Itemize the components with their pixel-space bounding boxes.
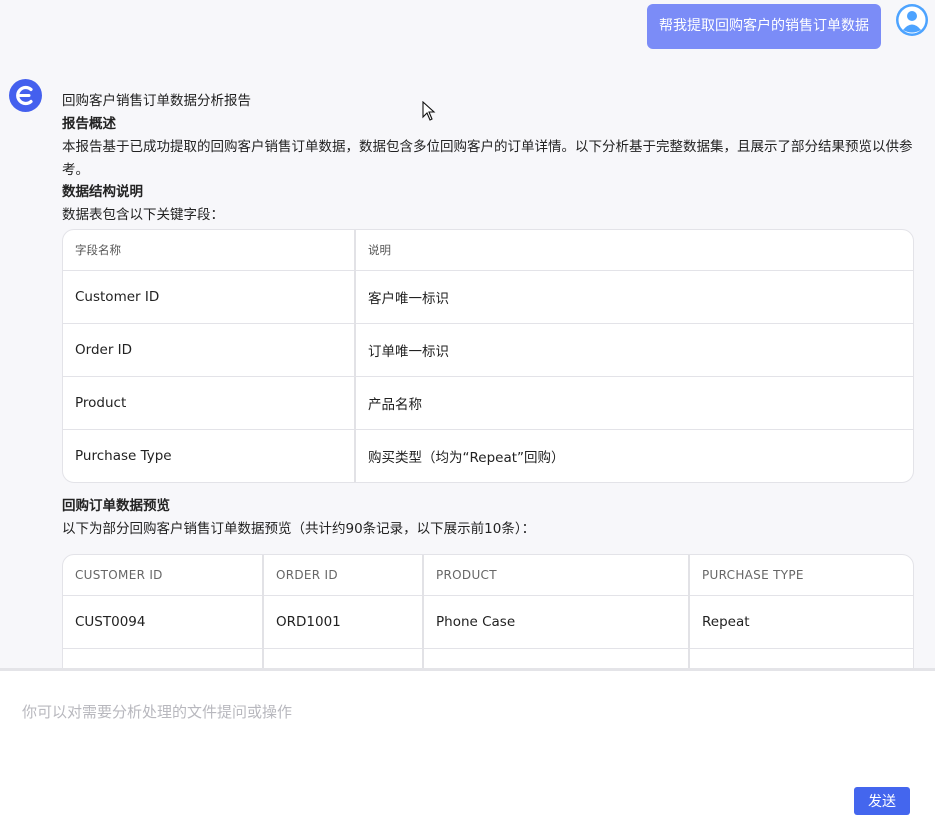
table-cell: Order ID bbox=[63, 323, 355, 377]
table-row: Customer ID 客户唯一标识 bbox=[63, 270, 913, 324]
structure-heading: 数据结构说明 bbox=[62, 184, 143, 200]
table-cell: 客户唯一标识 bbox=[354, 270, 913, 324]
table-header-row: 字段名称 说明 bbox=[63, 230, 913, 271]
table-row: Product 产品名称 bbox=[63, 376, 913, 430]
table-cell bbox=[422, 648, 689, 668]
message-input-area[interactable]: 你可以对需要分析处理的文件提问或操作 发送 bbox=[0, 668, 935, 828]
table-cell: Customer ID bbox=[75, 289, 160, 305]
table-header-row: CUSTOMER ID ORDER ID PRODUCT PURCHASE TY… bbox=[63, 555, 913, 596]
table-header-cell: PRODUCT bbox=[422, 555, 689, 596]
table-header-cell: ORDER ID bbox=[262, 555, 423, 596]
table-row bbox=[63, 648, 913, 668]
user-message-bubble: 帮我提取回购客户的销售订单数据 bbox=[647, 4, 881, 49]
preview-heading: 回购订单数据预览 bbox=[62, 498, 170, 514]
structure-intro: 数据表包含以下关键字段： bbox=[62, 207, 224, 223]
chat-area: 帮我提取回购客户的销售订单数据 回购客户销售订单数据分析报告 报告概述 本报告基… bbox=[0, 0, 935, 668]
bot-logo-icon bbox=[9, 79, 42, 112]
table-header-cell: PURCHASE TYPE bbox=[688, 555, 913, 596]
table-cell: Phone Case bbox=[422, 595, 689, 649]
table-row: Purchase Type 购买类型（均为“Repeat”回购） bbox=[63, 429, 913, 482]
send-button[interactable]: 发送 bbox=[854, 787, 910, 815]
table-cell: CUST0094 bbox=[75, 614, 146, 630]
table-row: Order ID 订单唯一标识 bbox=[63, 323, 913, 377]
table-cell: Purchase Type bbox=[63, 429, 355, 482]
table-cell bbox=[63, 648, 263, 668]
preview-intro: 以下为部分回购客户销售订单数据预览（共计约90条记录，以下展示前10条）： bbox=[62, 521, 536, 537]
table-header-cell: 字段名称 bbox=[63, 230, 355, 271]
assistant-reply: 回购客户销售订单数据分析报告 报告概述 本报告基于已成功提取的回购客户销售订单数… bbox=[62, 90, 914, 668]
overview-heading: 报告概述 bbox=[62, 116, 116, 132]
table-header-cell: 说明 bbox=[354, 230, 913, 271]
table-cell bbox=[262, 648, 423, 668]
fields-table: 字段名称 说明 Customer ID 客户唯一标识 Order ID 订单唯一… bbox=[62, 229, 914, 483]
table-cell: ORD1001 bbox=[262, 595, 423, 649]
table-header-cell: CUSTOMER ID bbox=[63, 555, 263, 596]
table-cell: Product bbox=[63, 376, 355, 430]
table-cell: Repeat bbox=[688, 595, 913, 649]
user-avatar-icon bbox=[896, 4, 928, 36]
table-cell: 购买类型（均为“Repeat”回购） bbox=[354, 429, 913, 482]
table-cell bbox=[688, 648, 913, 668]
report-title: 回购客户销售订单数据分析报告 bbox=[62, 93, 251, 109]
preview-table: CUSTOMER ID ORDER ID PRODUCT PURCHASE TY… bbox=[62, 554, 914, 668]
message-input[interactable]: 你可以对需要分析处理的文件提问或操作 bbox=[22, 701, 292, 722]
overview-text: 本报告基于已成功提取的回购客户销售订单数据，数据包含多位回购客户的订单详情。以下… bbox=[62, 139, 913, 178]
table-cell: 产品名称 bbox=[354, 376, 913, 430]
table-cell: 订单唯一标识 bbox=[354, 323, 913, 377]
table-row: CUST0094 ORD1001 Phone Case Repeat bbox=[63, 595, 913, 649]
